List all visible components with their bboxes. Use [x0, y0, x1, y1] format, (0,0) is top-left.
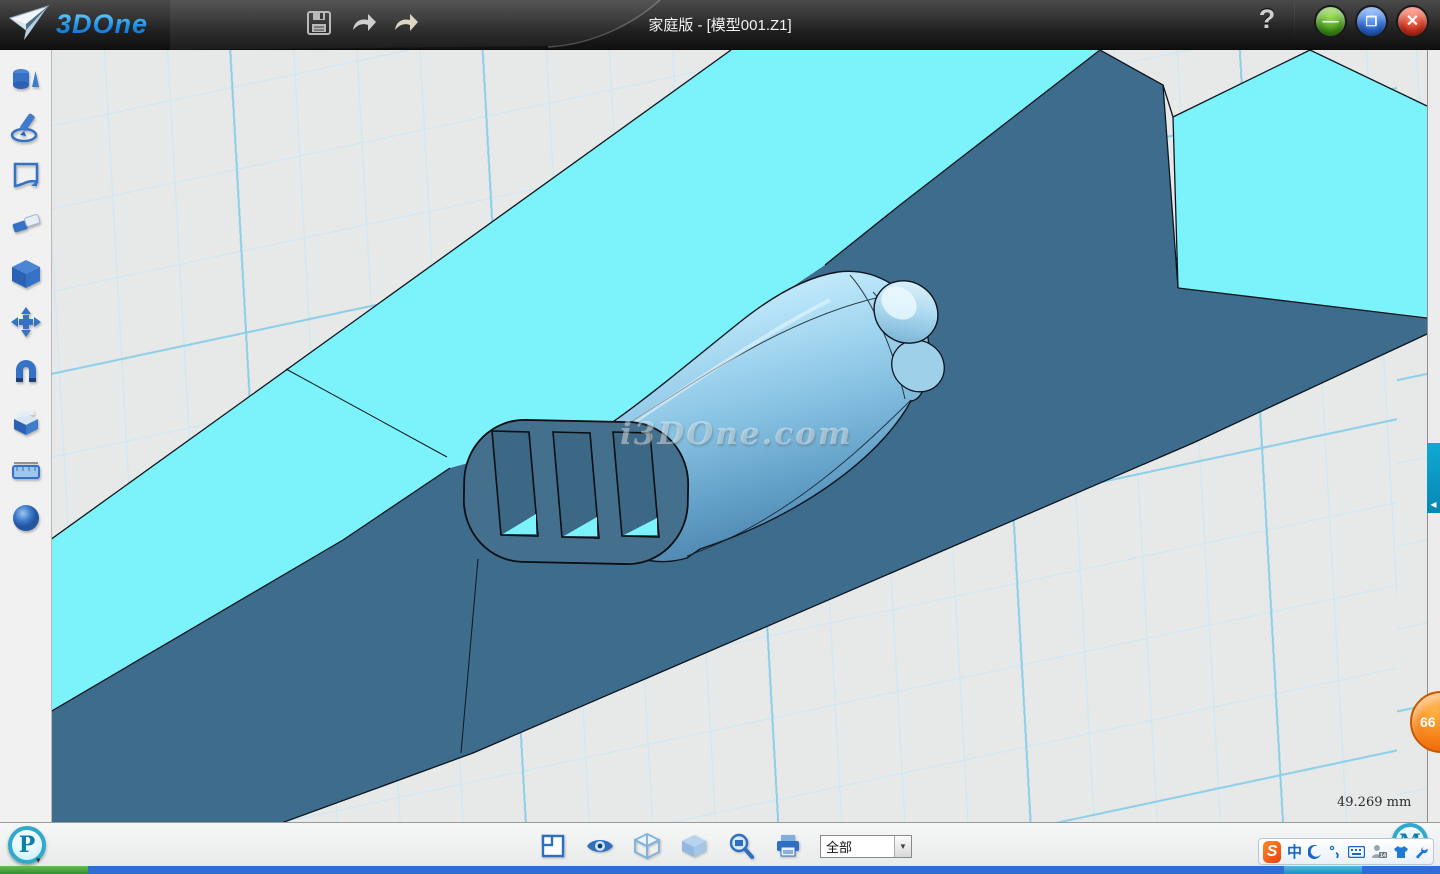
- ime-punctuation-icon[interactable]: [1328, 842, 1342, 862]
- tool-move-icon[interactable]: [10, 306, 42, 338]
- tool-measure-icon[interactable]: [10, 454, 42, 486]
- ime-moon-icon[interactable]: [1308, 842, 1322, 862]
- panel-expand-tab[interactable]: ◀: [1427, 443, 1440, 513]
- help-button[interactable]: ?: [1252, 4, 1282, 42]
- measurement-label: 49.269 mm: [1337, 795, 1411, 810]
- promo-badge-text: 66: [1420, 714, 1436, 730]
- ime-toolbar: S 中 14: [1258, 838, 1434, 865]
- status-bar: P ▾ 全部 ▼ M: [0, 822, 1440, 866]
- tool-parts-box-icon[interactable]: [10, 405, 42, 437]
- ime-skin-shirt-icon[interactable]: [1393, 842, 1409, 862]
- model-face-right-cyan[interactable]: [1173, 50, 1427, 317]
- zoom-search-icon[interactable]: [726, 832, 756, 860]
- ime-level-number: 14: [1380, 853, 1386, 859]
- taskbar-start-segment: [0, 866, 88, 874]
- minimize-button[interactable]: —: [1314, 5, 1347, 38]
- visibility-eye-icon[interactable]: [585, 832, 615, 860]
- model-scene: [52, 50, 1427, 822]
- p-level-letter: P: [19, 832, 36, 858]
- taskbar-light-segment: [1284, 866, 1362, 874]
- p-badge-dropdown-caret[interactable]: ▾: [36, 855, 41, 866]
- title-bar: 3DOne 家庭版 - [模型001.Z1] ? — ❒ ✕: [0, 0, 1440, 50]
- chevron-left-icon: ◀: [1430, 500, 1436, 509]
- titlebar-divider: [1294, 4, 1295, 44]
- tool-primitives-icon[interactable]: [10, 63, 42, 95]
- ime-user-level-icon[interactable]: 14: [1371, 842, 1387, 862]
- ime-logo-sogou[interactable]: S: [1263, 841, 1281, 863]
- tool-solid-cube-icon[interactable]: [10, 258, 42, 290]
- model-grille-face[interactable]: [463, 419, 690, 566]
- ime-wrench-icon[interactable]: [1415, 842, 1429, 862]
- view-plane-icon[interactable]: [538, 832, 568, 860]
- os-taskbar-strip: [0, 866, 1440, 874]
- maximize-button[interactable]: ❒: [1355, 5, 1388, 38]
- tool-magnet-icon[interactable]: [10, 356, 42, 388]
- close-button[interactable]: ✕: [1396, 5, 1429, 38]
- display-filter-value: 全部: [821, 837, 894, 856]
- tool-sweep-icon[interactable]: [10, 208, 42, 240]
- tool-sketch-icon[interactable]: [10, 111, 42, 143]
- tool-render-sphere-icon[interactable]: [10, 502, 42, 534]
- tool-surface-icon[interactable]: [10, 159, 42, 191]
- ime-language-button[interactable]: 中: [1287, 842, 1302, 862]
- display-filter-dropdown[interactable]: 全部 ▼: [820, 835, 912, 858]
- window-title: 家庭版 - [模型001.Z1]: [0, 14, 1440, 35]
- print-icon[interactable]: [773, 832, 803, 860]
- ime-keyboard-icon[interactable]: [1348, 842, 1365, 862]
- wireframe-cube-icon[interactable]: [632, 832, 662, 860]
- shaded-cube-icon[interactable]: [679, 832, 709, 860]
- viewport-canvas[interactable]: i3DOne.com 49.269 mm: [52, 50, 1427, 822]
- dropdown-arrow-icon: ▼: [894, 836, 911, 857]
- left-toolbar: [0, 50, 52, 822]
